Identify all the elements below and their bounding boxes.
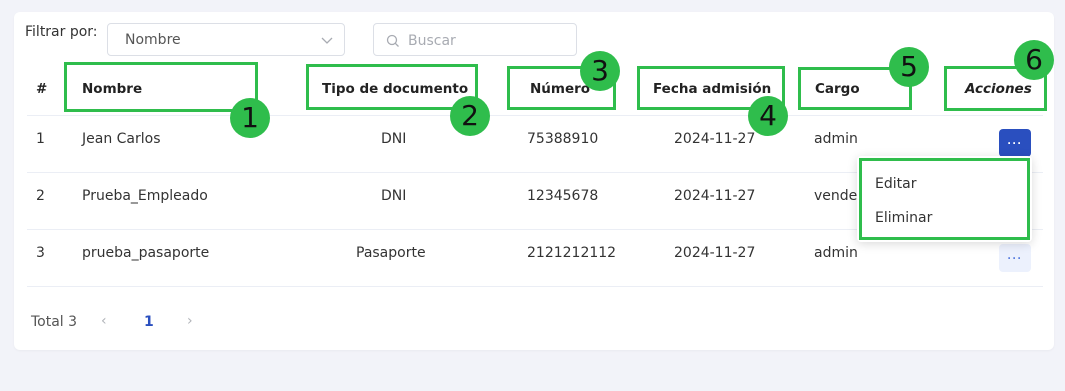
annotation-badge: 1 [230,98,270,138]
pagination-page-1[interactable]: 1 [144,314,154,330]
row-divider [27,286,1043,287]
chevron-down-icon [321,37,333,44]
search-box[interactable] [373,23,577,56]
pagination-total: Total 3 [31,314,78,330]
annotation-badge: 5 [889,47,929,87]
cell-tipo: DNI [381,131,407,147]
cell-tipo: DNI [381,188,407,204]
cell-nombre: Jean Carlos [82,131,161,147]
cell-cargo: admin [814,131,858,147]
annotation-box [64,62,258,112]
annotation-box [859,158,1030,240]
filter-select[interactable]: Nombre [107,23,345,56]
search-icon [386,34,399,47]
cell-numero: 2121212112 [527,245,617,261]
annotation-box [306,64,478,110]
chevron-right-icon[interactable]: › [187,313,193,329]
row-divider [27,115,1043,116]
search-input[interactable] [406,29,570,53]
cell-index: 1 [36,131,45,147]
annotation-badge: 2 [450,96,490,136]
cell-fecha: 2024-11-27 [674,245,756,261]
annotation-badge: 6 [1014,40,1054,80]
annotation-badge: 3 [580,51,620,91]
column-header-index: # [36,81,48,97]
cell-index: 3 [36,245,45,261]
cell-nombre: prueba_pasaporte [82,245,210,261]
cell-numero: 12345678 [527,188,599,204]
annotation-badge: 4 [748,96,788,136]
cell-cargo: admin [814,245,858,261]
filter-select-value: Nombre [125,32,181,48]
cell-index: 2 [36,188,45,204]
row-actions-button[interactable]: ··· [999,244,1031,272]
cell-fecha: 2024-11-27 [674,131,756,147]
cell-cargo: vende [814,188,858,204]
cell-fecha: 2024-11-27 [674,188,756,204]
filter-label: Filtrar por: [25,24,98,40]
cell-tipo: Pasaporte [356,245,426,261]
chevron-left-icon[interactable]: ‹ [101,313,107,329]
row-actions-button[interactable]: ··· [999,129,1031,157]
cell-numero: 75388910 [527,131,599,147]
cell-nombre: Prueba_Empleado [82,188,208,204]
